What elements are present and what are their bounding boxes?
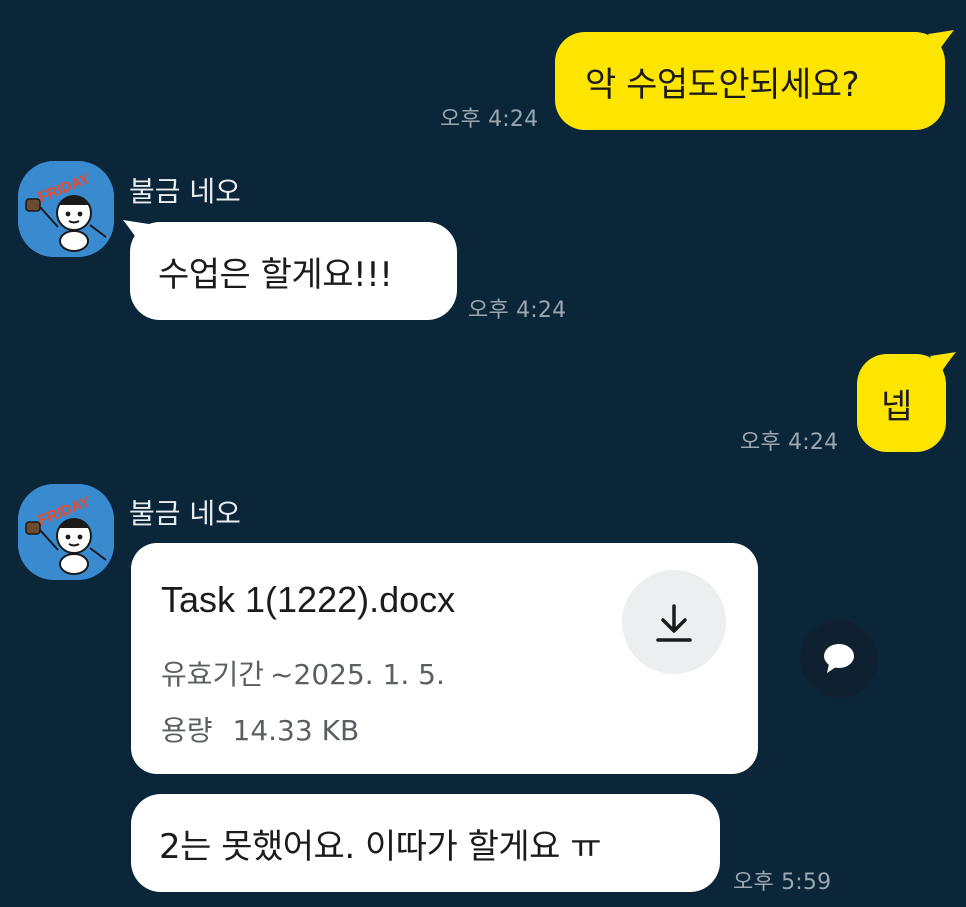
message-text: 수업은 할게요!!! (158, 254, 393, 295)
message-text: 넵 (881, 386, 912, 427)
their-message-bubble[interactable]: 수업은 할게요!!! (130, 222, 457, 320)
bubble-tail (930, 352, 956, 374)
message-time: 오후 4:24 (468, 298, 567, 323)
speech-bubble-icon (824, 644, 854, 673)
reply-button[interactable] (800, 620, 878, 698)
bubble-tail (928, 30, 954, 52)
file-expiry: 유효기간 ~2025. 1. 5. (161, 653, 445, 693)
download-icon (656, 604, 692, 642)
my-message-bubble[interactable]: 악 수업도안되세요? (555, 32, 945, 130)
file-size: 용량 14.33 KB (161, 709, 359, 749)
file-name: Task 1(1222).docx (161, 579, 456, 620)
sender-name: 불금 네오 (129, 497, 241, 530)
file-size-label: 용량 (161, 714, 213, 747)
file-size-value: 14.33 KB (232, 714, 360, 747)
avatar[interactable]: FRIDAY (18, 161, 114, 257)
message-text: 2는 못했어요. 이따가 할게요 ㅠ (159, 826, 602, 867)
message-time: 오후 5:59 (733, 870, 832, 895)
message-time: 오후 4:24 (740, 430, 839, 455)
message-time: 오후 4:24 (440, 107, 539, 132)
avatar-image: FRIDAY (18, 161, 114, 257)
file-attachment-card[interactable]: Task 1(1222).docx 유효기간 ~2025. 1. 5. 용량 14.… (131, 543, 758, 774)
avatar-image: FRIDAY (18, 484, 114, 580)
sender-name: 불금 네오 (129, 175, 241, 208)
message-text: 악 수업도안되세요? (585, 64, 860, 105)
their-message-bubble[interactable]: 2는 못했어요. 이따가 할게요 ㅠ (131, 794, 720, 892)
file-expiry-label: 유효기간 (161, 658, 265, 691)
avatar[interactable]: FRIDAY (18, 484, 114, 580)
file-expiry-value: ~2025. 1. 5. (270, 658, 445, 691)
download-button[interactable] (622, 570, 726, 674)
